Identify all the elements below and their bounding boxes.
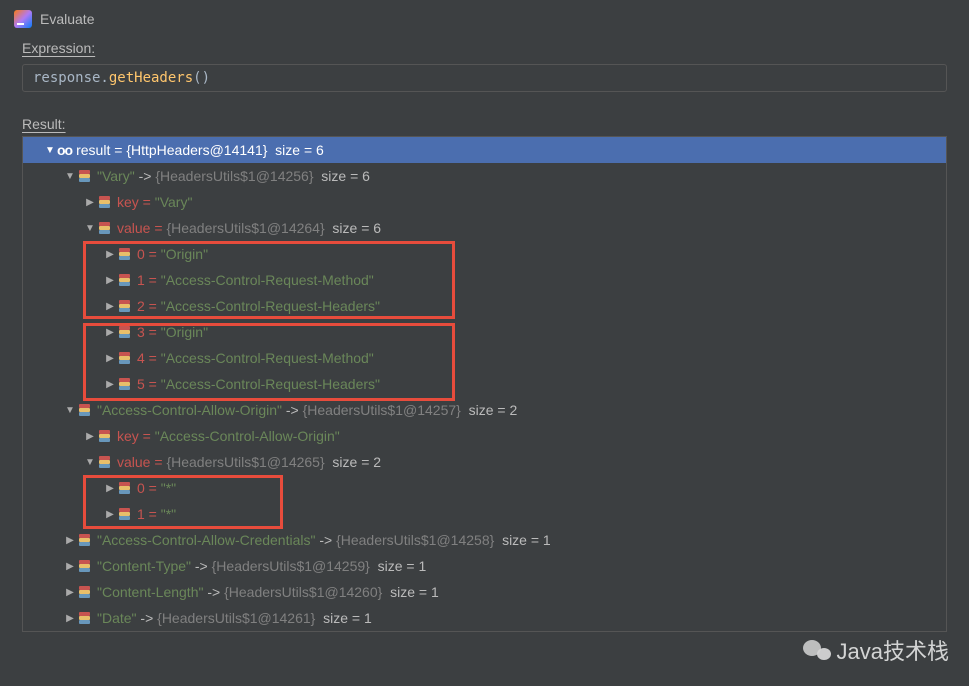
expand-icon[interactable]: ▶: [63, 587, 77, 598]
vary-key-row[interactable]: ▶ key = "Vary": [23, 189, 946, 215]
list-item[interactable]: ▶0 = "Origin": [23, 241, 946, 267]
array-item-icon: [117, 350, 133, 366]
array-item-icon: [117, 506, 133, 522]
acao-key-row[interactable]: ▶ key = "Access-Control-Allow-Origin": [23, 423, 946, 449]
expand-icon[interactable]: ▶: [103, 327, 117, 338]
array-item-icon: [117, 480, 133, 496]
expand-icon[interactable]: ▶: [103, 275, 117, 286]
expand-icon[interactable]: ▼: [63, 405, 77, 416]
list-item[interactable]: ▶3 = "Origin": [23, 319, 946, 345]
expand-icon[interactable]: ▶: [103, 509, 117, 520]
expr-obj: response.: [33, 70, 109, 86]
expand-icon[interactable]: ▶: [103, 483, 117, 494]
root-row[interactable]: ▼ oo result = {HttpHeaders@14141} size =…: [23, 137, 946, 163]
field-icon: [97, 194, 113, 210]
expand-icon[interactable]: ▶: [63, 561, 77, 572]
window-header: Evaluate: [0, 0, 969, 38]
object-icon: oo: [57, 142, 72, 158]
window-title: Evaluate: [40, 11, 94, 27]
expand-icon[interactable]: ▼: [83, 457, 97, 468]
list-item[interactable]: ▶0 = "*": [23, 475, 946, 501]
result-tree[interactable]: ▼ oo result = {HttpHeaders@14141} size =…: [22, 136, 947, 632]
expand-icon[interactable]: ▼: [83, 223, 97, 234]
expand-icon[interactable]: ▶: [63, 613, 77, 624]
app-logo-icon: [14, 10, 32, 28]
watermark: Java技术栈: [803, 634, 949, 666]
array-item-icon: [117, 376, 133, 392]
entry-content-type[interactable]: ▶ "Content-Type" -> {HeadersUtils$1@1425…: [23, 553, 946, 579]
array-item-icon: [117, 272, 133, 288]
expand-icon[interactable]: ▶: [63, 535, 77, 546]
expression-label: Expression:: [0, 38, 969, 60]
array-item-icon: [117, 298, 133, 314]
map-entry-icon: [77, 402, 93, 418]
watermark-text: Java技术栈: [837, 634, 949, 666]
entry-content-length[interactable]: ▶ "Content-Length" -> {HeadersUtils$1@14…: [23, 579, 946, 605]
map-entry-icon: [77, 558, 93, 574]
root-obj: {HttpHeaders@14141}: [126, 142, 267, 158]
expand-icon[interactable]: ▶: [103, 249, 117, 260]
root-size: size = 6: [267, 142, 323, 158]
field-icon: [97, 454, 113, 470]
expand-icon[interactable]: ▶: [103, 353, 117, 364]
root-label: result =: [76, 142, 126, 158]
list-item[interactable]: ▶4 = "Access-Control-Request-Method": [23, 345, 946, 371]
list-item[interactable]: ▶1 = "Access-Control-Request-Method": [23, 267, 946, 293]
list-item[interactable]: ▶2 = "Access-Control-Request-Headers": [23, 293, 946, 319]
acao-value-row[interactable]: ▼ value = {HeadersUtils$1@14265} size = …: [23, 449, 946, 475]
list-item[interactable]: ▶5 = "Access-Control-Request-Headers": [23, 371, 946, 397]
expand-icon[interactable]: ▶: [103, 301, 117, 312]
entry-acao[interactable]: ▼ "Access-Control-Allow-Origin" -> {Head…: [23, 397, 946, 423]
map-entry-icon: [77, 610, 93, 626]
result-label: Result:: [0, 98, 969, 136]
expr-paren: (): [193, 70, 210, 86]
array-item-icon: [117, 246, 133, 262]
vary-value-row[interactable]: ▼ value = {HeadersUtils$1@14264} size = …: [23, 215, 946, 241]
expand-icon[interactable]: ▶: [83, 197, 97, 208]
array-item-icon: [117, 324, 133, 340]
expr-method: getHeaders: [109, 70, 193, 86]
field-icon: [97, 428, 113, 444]
map-entry-icon: [77, 168, 93, 184]
map-entry-icon: [77, 532, 93, 548]
expand-icon[interactable]: ▶: [83, 431, 97, 442]
expression-input[interactable]: response.getHeaders(): [22, 64, 947, 92]
entry-acac[interactable]: ▶ "Access-Control-Allow-Credentials" -> …: [23, 527, 946, 553]
entry-date[interactable]: ▶ "Date" -> {HeadersUtils$1@14261} size …: [23, 605, 946, 631]
expand-icon[interactable]: ▼: [43, 145, 57, 156]
field-icon: [97, 220, 113, 236]
entry-vary[interactable]: ▼ "Vary" -> {HeadersUtils$1@14256} size …: [23, 163, 946, 189]
wechat-icon: [803, 638, 831, 662]
expand-icon[interactable]: ▶: [103, 379, 117, 390]
map-entry-icon: [77, 584, 93, 600]
list-item[interactable]: ▶1 = "*": [23, 501, 946, 527]
expand-icon[interactable]: ▼: [63, 171, 77, 182]
